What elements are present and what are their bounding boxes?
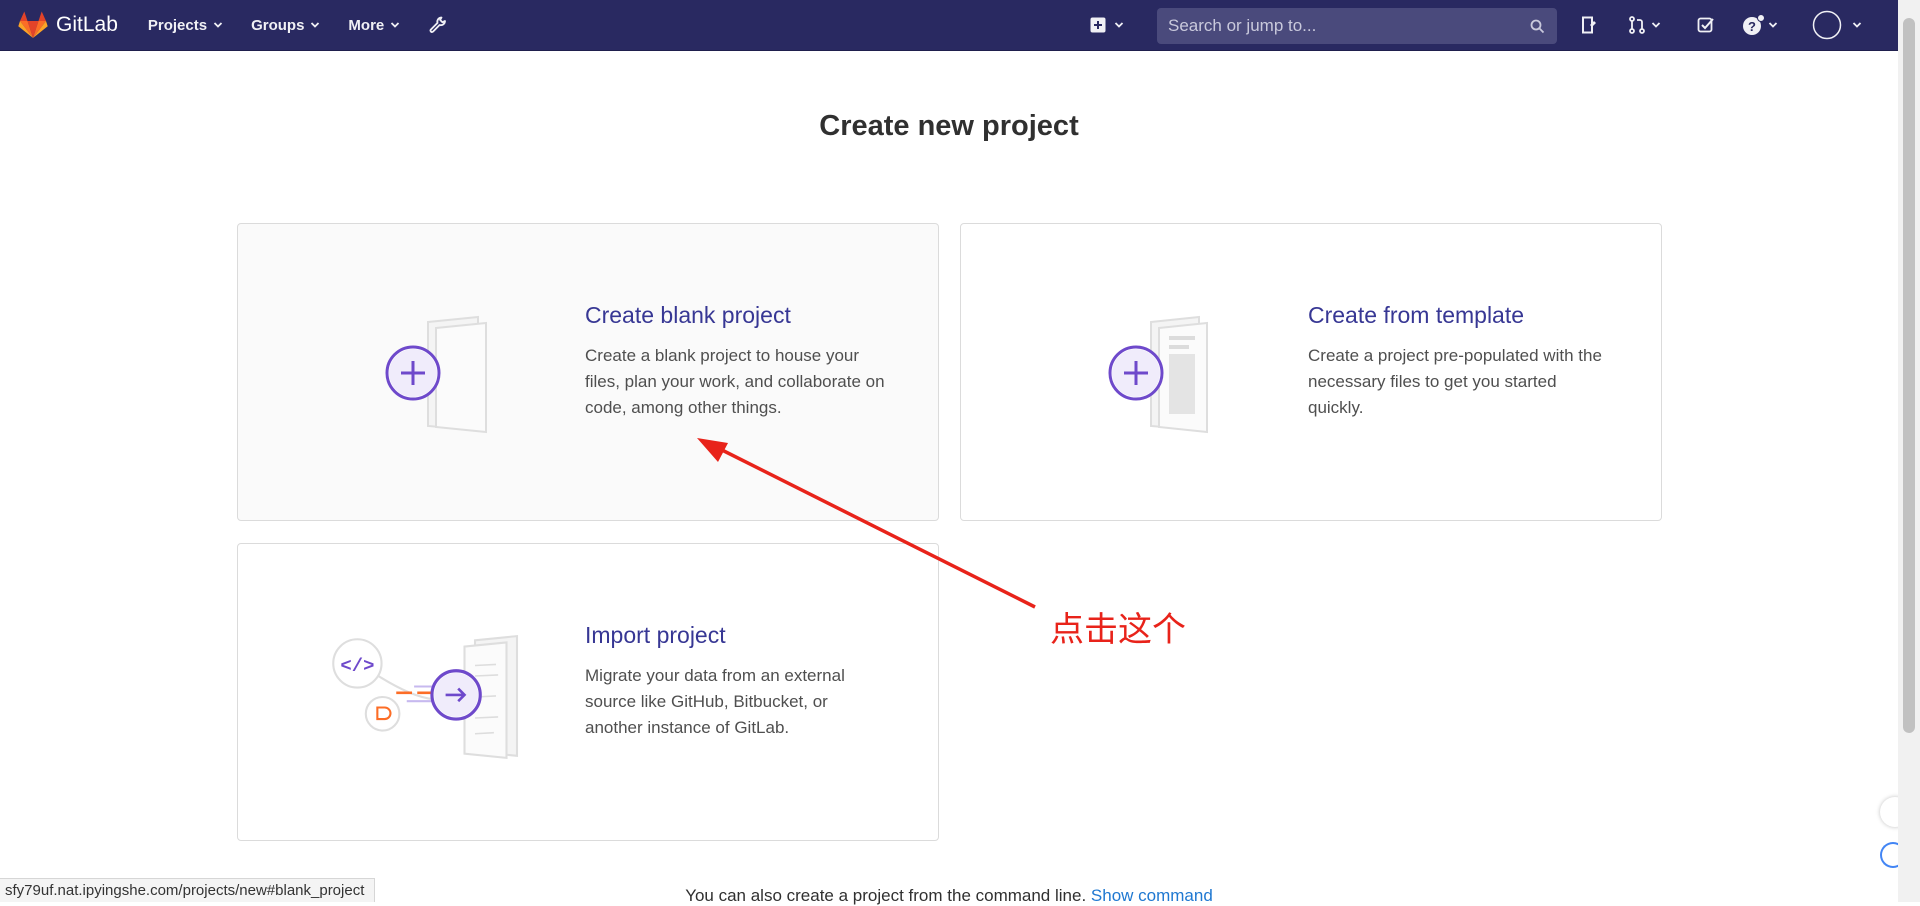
card-title: Import project: [585, 622, 726, 648]
card-description: Migrate your data from an external sourc…: [585, 666, 845, 737]
show-command-link[interactable]: Show command: [1091, 886, 1213, 905]
scrollbar-thumb[interactable]: [1903, 18, 1915, 733]
status-bar-url: sfy79uf.nat.ipyingshe.com/projects/new#b…: [0, 878, 376, 902]
help-dropdown[interactable]: ?: [1742, 0, 1778, 50]
search-input[interactable]: [1157, 15, 1530, 37]
todo-icon: [1697, 17, 1714, 33]
brand-name: GitLab: [56, 13, 118, 36]
import-project-card[interactable]: </> Import project Migrate your data fro…: [237, 543, 939, 841]
nav-more-label: More: [348, 16, 385, 34]
vertical-scrollbar[interactable]: [1898, 0, 1920, 902]
avatar: [1812, 10, 1842, 40]
plus-square-icon: [1090, 17, 1106, 33]
card-title: Create blank project: [585, 302, 791, 328]
issues-icon: [1582, 16, 1596, 34]
gitlab-home-link[interactable]: GitLab: [18, 11, 118, 39]
card-description: Create a project pre-populated with the …: [1308, 346, 1602, 417]
card-text: Create from template Create a project pr…: [1308, 302, 1608, 421]
issues-button[interactable]: [1579, 0, 1599, 50]
template-illustration: [1108, 315, 1208, 434]
chevron-down-icon: [1651, 22, 1661, 28]
search-icon: [1530, 19, 1545, 33]
nav-projects[interactable]: Projects: [148, 17, 223, 34]
card-description: Create a blank project to house your fil…: [585, 346, 885, 417]
gitlab-logo-icon: [18, 11, 48, 38]
user-menu[interactable]: [1812, 0, 1862, 50]
blank-project-illustration: [385, 315, 487, 434]
import-project-illustration: </>: [332, 634, 519, 760]
wrench-icon: [429, 16, 447, 33]
merge-requests-button[interactable]: [1627, 0, 1661, 50]
admin-area-link[interactable]: [428, 15, 448, 35]
chevron-down-icon: [1114, 22, 1124, 28]
create-from-template-card[interactable]: Create from template Create a project pr…: [960, 223, 1662, 521]
nav-more[interactable]: More: [348, 17, 400, 34]
chevron-down-icon: [1852, 22, 1862, 28]
search-box: [1157, 8, 1557, 44]
nav-groups[interactable]: Groups: [251, 17, 320, 34]
card-text: Import project Migrate your data from an…: [585, 622, 885, 741]
card-text: Create blank project Create a blank proj…: [585, 302, 885, 421]
annotation-label: 点击这个: [1050, 610, 1186, 650]
todos-button[interactable]: [1697, 0, 1715, 50]
card-title: Create from template: [1308, 302, 1525, 328]
top-navbar: GitLab Projects Groups More Search or ju…: [0, 0, 1898, 51]
svg-text:</>: </>: [340, 655, 374, 677]
create-blank-project-card[interactable]: Create blank project Create a blank proj…: [237, 223, 939, 521]
merge-request-icon: [1629, 16, 1645, 34]
chevron-down-icon: [213, 22, 223, 28]
main-menu: Projects Groups More: [148, 15, 476, 35]
page-title: Create new project: [819, 110, 1079, 142]
chevron-down-icon: [1768, 22, 1778, 28]
new-item-dropdown[interactable]: [1090, 0, 1124, 50]
chevron-down-icon: [311, 22, 320, 28]
nav-projects-label: Projects: [147, 16, 208, 34]
command-line-text: You can also create a project from the c…: [685, 886, 1087, 905]
nav-groups-label: Groups: [251, 16, 305, 34]
chevron-down-icon: [391, 22, 400, 28]
question-icon: ?: [1743, 14, 1765, 35]
svg-text:?: ?: [1748, 19, 1756, 34]
